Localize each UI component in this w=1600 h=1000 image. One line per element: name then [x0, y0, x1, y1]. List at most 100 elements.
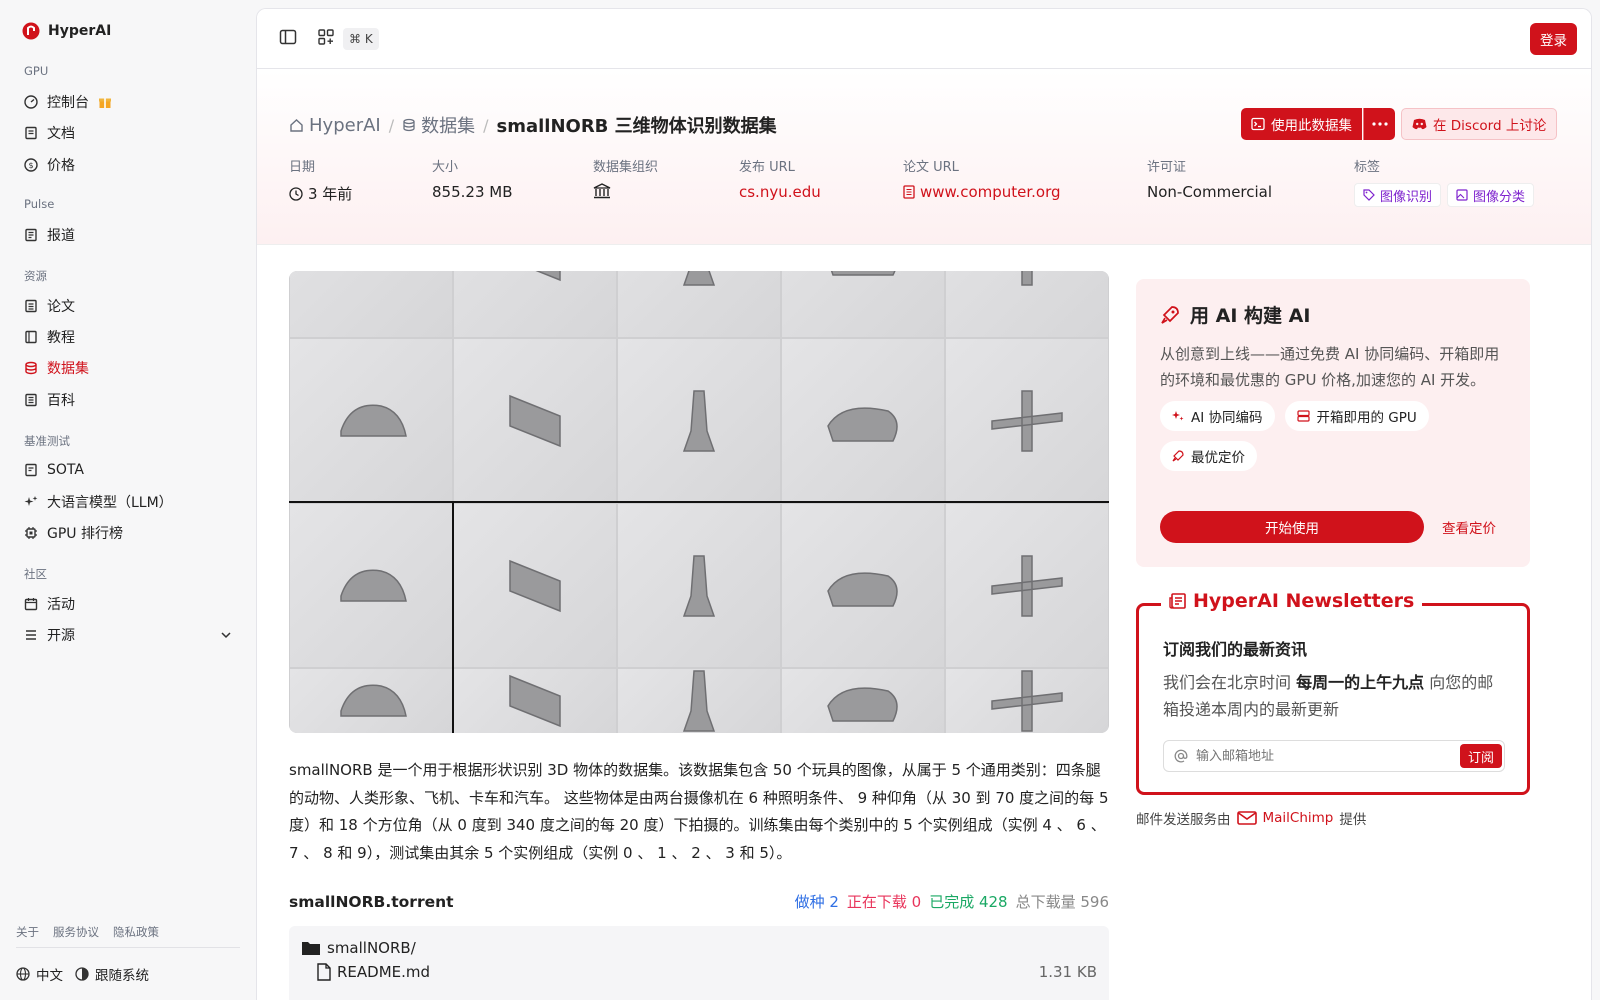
preview-cell	[782, 669, 944, 733]
apps-grid-icon[interactable]	[317, 28, 335, 46]
promo-chips: AI 协同编码 开箱即用的 GPU 最优定价	[1160, 401, 1490, 471]
section-label-resources: 资源	[24, 269, 47, 283]
theme-switch[interactable]: 跟随系统	[95, 964, 149, 984]
folder-row[interactable]: smallNORB/	[301, 936, 1097, 960]
app-logo[interactable]: HyperAI	[22, 22, 111, 40]
command-shortcut[interactable]: ⌘ K	[343, 28, 379, 50]
terms-link[interactable]: 服务协议	[53, 924, 99, 940]
promo-heading: 用 AI 构建 AI	[1160, 301, 1506, 328]
grid-separator-line	[452, 501, 454, 733]
section-label-gpu: GPU	[24, 64, 49, 78]
promo-actions: 开始使用 查看定价	[1160, 511, 1496, 543]
email-input[interactable]	[1196, 748, 1446, 764]
sidebar-item-label: 教程	[47, 330, 75, 346]
sidebar-footer-links: 关于 服务协议 隐私政策	[16, 924, 159, 940]
sidebar-item-docs[interactable]: 文档	[16, 118, 240, 148]
meta-license-label: 许可证	[1147, 160, 1187, 175]
meta-license-value: Non-Commercial	[1147, 183, 1273, 201]
preview-cell	[290, 669, 452, 733]
file-row[interactable]: README.md 1.31 KB	[301, 960, 1097, 984]
sidebar-item-gpu-leaderboard[interactable]: GPU 排行榜	[16, 518, 240, 548]
toy-object-shape	[340, 684, 407, 717]
mailchimp-link[interactable]: MailChimp	[1263, 810, 1334, 826]
toy-object-shape	[991, 554, 1063, 617]
subscribe-button[interactable]: 订阅	[1459, 744, 1502, 768]
more-actions-button[interactable]	[1363, 108, 1395, 140]
sidebar-item-papers[interactable]: 论文	[16, 291, 240, 321]
sidebar-item-news[interactable]: 报道	[16, 220, 240, 250]
about-link[interactable]: 关于	[16, 924, 39, 940]
discord-icon	[1412, 118, 1427, 130]
tag-label: 图像分类	[1473, 189, 1526, 205]
chip-gpu: 开箱即用的 GPU	[1284, 401, 1429, 431]
meta-date-value: 3 年前	[308, 185, 353, 203]
language-switch[interactable]: 中文	[36, 964, 63, 984]
tag-label: 图像识别	[1380, 189, 1433, 205]
newsletter-text-before: 我们会在北京时间	[1163, 673, 1292, 692]
torrent-header: smallNORB.torrent 做种 2 正在下载 0 已完成 428 总下…	[289, 891, 1109, 912]
use-dataset-button[interactable]: 使用此数据集	[1241, 108, 1362, 140]
file-size: 1.31 KB	[1038, 963, 1097, 981]
meta-date-value-row: 3 年前	[289, 183, 352, 204]
discord-label: 在 Discord 上讨论	[1433, 118, 1547, 134]
chip-ai-coding: AI 协同编码	[1160, 401, 1275, 431]
file-icon	[317, 963, 331, 981]
section-label-pulse: Pulse	[24, 197, 55, 211]
rocket-icon	[1161, 305, 1179, 324]
sidebar-item-label: 文档	[47, 126, 75, 142]
provider-prefix: 邮件发送服务由	[1136, 812, 1231, 828]
sidebar-item-label: 论文	[47, 299, 75, 315]
breadcrumb-separator: /	[483, 115, 489, 135]
more-dots-icon	[1371, 122, 1388, 126]
toy-object-shape	[827, 406, 898, 442]
sidebar-item-pricing[interactable]: $ 价格	[16, 150, 240, 180]
app-name: HyperAI	[48, 23, 112, 39]
sidebar: HyperAI GPU 控制台 文档 $ 价格 Pulse 报道 资源 论文 教…	[0, 0, 255, 1000]
total-downloads: 总下载量 596	[1015, 893, 1109, 911]
file-name: README.md	[337, 963, 431, 981]
sidebar-item-console[interactable]: 控制台	[16, 87, 240, 117]
tag-image-recognition[interactable]: 图像识别	[1354, 183, 1442, 207]
preview-cell	[454, 339, 616, 502]
sidebar-item-events[interactable]: 活动	[16, 589, 240, 619]
get-started-button[interactable]: 开始使用	[1160, 511, 1424, 543]
rocket-icon	[1172, 450, 1184, 462]
toy-object-shape	[991, 670, 1063, 732]
paper-url-link[interactable]: www.computer.org	[903, 183, 1061, 201]
sidebar-item-opensource[interactable]: 开源	[16, 620, 240, 650]
preview-cell	[454, 504, 616, 667]
tag-image-classification[interactable]: 图像分类	[1447, 183, 1535, 207]
sidebar-toggle-icon[interactable]	[279, 28, 297, 46]
sidebar-item-wiki[interactable]: 百科	[16, 385, 240, 415]
preview-cell	[946, 271, 1108, 337]
sidebar-item-llm[interactable]: 大语言模型（LLM）	[16, 487, 240, 517]
sidebar-divider	[16, 947, 240, 948]
breadcrumb-datasets[interactable]: 数据集	[402, 112, 475, 138]
newsletter-heading: 订阅我们的最新资讯	[1163, 640, 1308, 659]
chip-label: 最优定价	[1191, 450, 1245, 466]
wiki-icon	[25, 393, 37, 407]
view-pricing-link[interactable]: 查看定价	[1442, 517, 1496, 537]
hyperai-logo-icon	[22, 22, 40, 40]
preview-cell	[454, 669, 616, 733]
gauge-icon	[24, 95, 38, 109]
sidebar-item-label: 报道	[47, 228, 75, 244]
breadcrumb-home[interactable]: HyperAI	[289, 115, 381, 136]
sidebar-item-tutorials[interactable]: 教程	[16, 322, 240, 352]
pub-url-link[interactable]: cs.nyu.edu	[739, 183, 821, 201]
email-field-wrapper: 订阅	[1163, 740, 1505, 772]
svg-text:$: $	[28, 161, 33, 170]
toy-object-shape	[830, 271, 896, 276]
gift-icon	[99, 98, 111, 108]
doc-icon	[25, 126, 37, 140]
sidebar-item-label: 数据集	[47, 361, 89, 377]
chevron-down-icon[interactable]	[220, 629, 232, 641]
privacy-link[interactable]: 隐私政策	[113, 924, 159, 940]
login-button[interactable]: 登录	[1530, 23, 1577, 55]
section-label-community: 社区	[24, 567, 47, 581]
tag-icon	[1363, 189, 1375, 201]
sidebar-item-datasets[interactable]: 数据集	[16, 353, 240, 383]
globe-icon	[16, 967, 30, 981]
sidebar-item-sota[interactable]: SOTA	[16, 455, 240, 485]
discord-button[interactable]: 在 Discord 上讨论	[1401, 108, 1558, 140]
